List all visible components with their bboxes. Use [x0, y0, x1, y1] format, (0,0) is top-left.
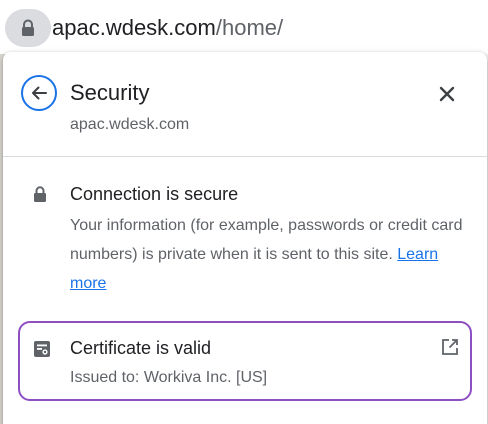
connection-status-title: Connection is secure — [70, 184, 239, 204]
external-link-icon[interactable] — [441, 338, 459, 356]
certificate-issued-to: Issued to: Workiva Inc. [US] — [70, 369, 268, 386]
site-host: apac.wdesk.com — [70, 116, 190, 133]
close-icon — [439, 86, 455, 102]
header-divider — [3, 156, 487, 157]
certificate-title: Certificate is valid — [70, 338, 212, 358]
close-button[interactable] — [433, 80, 461, 108]
back-arrow-icon — [32, 86, 47, 100]
lock-icon — [34, 186, 46, 202]
url-path: /home/ — [215, 15, 284, 40]
security-popup: Security apac.wdesk.com Connection is se… — [3, 52, 487, 424]
certificate-row[interactable]: Certificate is valid Issued to: Workiva … — [18, 321, 472, 401]
popup-title: Security — [70, 80, 150, 105]
connection-description: Your information (for example, passwords… — [70, 211, 470, 298]
url-text[interactable]: apac.wdesk.com/home/ — [52, 14, 283, 42]
browser-window: apac.wdesk.com/home/ Security apac.wdesk… — [0, 0, 488, 424]
certificate-icon — [34, 341, 50, 357]
url-host: apac.wdesk.com — [52, 15, 216, 40]
address-bar[interactable]: apac.wdesk.com/home/ — [0, 0, 488, 54]
back-button[interactable] — [21, 75, 57, 111]
lock-icon — [22, 19, 34, 36]
site-info-button[interactable] — [5, 9, 51, 47]
